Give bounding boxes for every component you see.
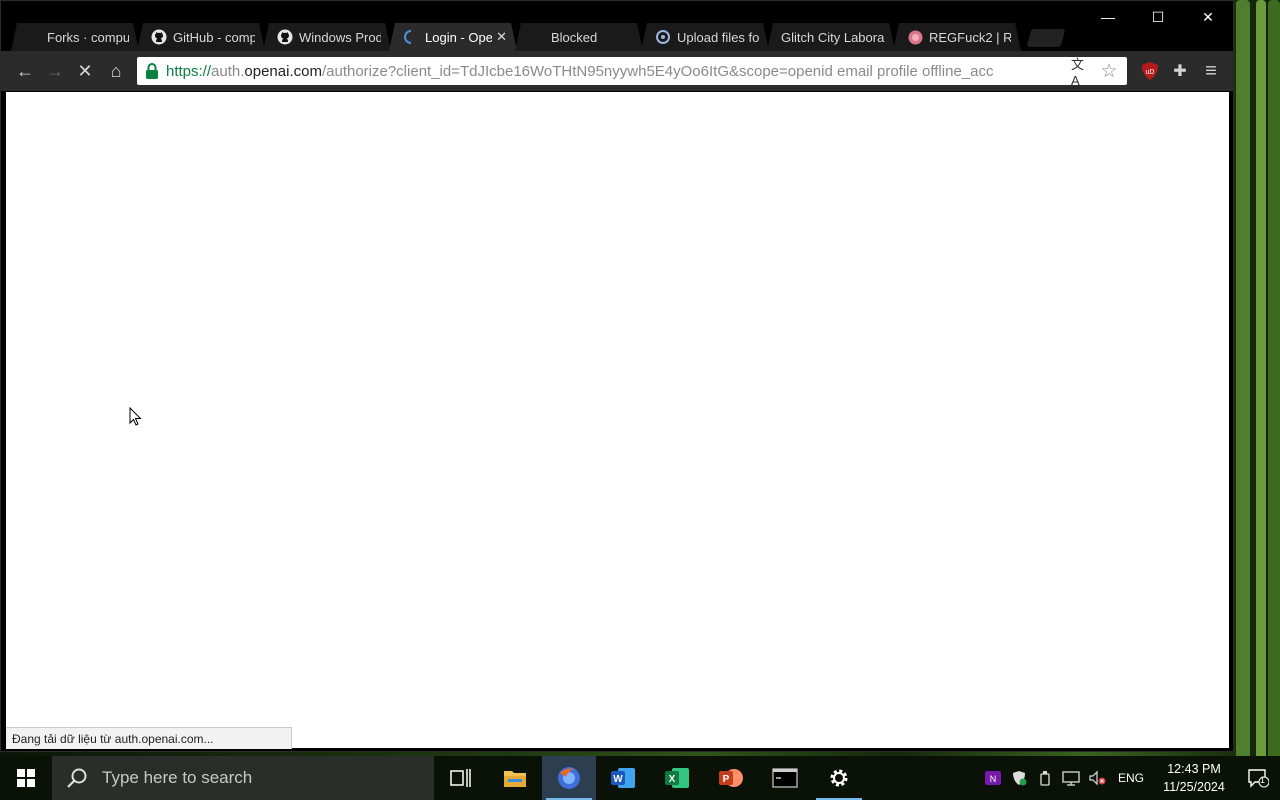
translate-icon[interactable]: 文A: [1071, 57, 1091, 85]
extensions-puzzle-icon[interactable]: ✚: [1169, 60, 1191, 82]
url-text[interactable]: https://auth.openai.com/authorize?client…: [166, 63, 1071, 80]
browser-taskbar[interactable]: [542, 756, 596, 800]
tab-login-active[interactable]: Login - Ope ✕: [389, 23, 517, 51]
word-taskbar[interactable]: W: [596, 756, 650, 800]
search-icon: [67, 768, 87, 788]
svg-text:W: W: [613, 774, 623, 785]
pink-circle-icon: [907, 29, 923, 45]
network-icon[interactable]: [1058, 756, 1084, 800]
terminal-taskbar[interactable]: [758, 756, 812, 800]
tab-regfuck2[interactable]: REGFuck2 | Reg: [893, 23, 1021, 51]
forward-button[interactable]: →: [43, 59, 67, 83]
tab-strip: Forks · comput GitHub - comp Windows Pro…: [11, 23, 1066, 51]
browser-window: Forks · comput GitHub - comp Windows Pro…: [0, 0, 1234, 752]
settings-taskbar[interactable]: [812, 756, 866, 800]
menu-icon[interactable]: ≡: [1200, 60, 1222, 82]
tab-title: Login - Ope: [425, 29, 493, 45]
url-path: /authorize?client_id=TdJIcbe16WoTHtN95ny…: [321, 62, 994, 80]
notification-icon: [1248, 769, 1269, 788]
tab-title: GitHub - comp: [173, 29, 255, 45]
url-host-prefix: auth.: [211, 62, 245, 80]
system-tray: N ENG 12:43 PM 11/25/2024 1: [980, 756, 1280, 800]
start-button[interactable]: [0, 756, 52, 800]
browser-app-icon: [558, 767, 580, 789]
svg-text:P: P: [723, 774, 730, 785]
taskbar-search[interactable]: Type here to search: [52, 756, 434, 800]
url-host: openai.com: [244, 62, 322, 80]
powerpoint-icon: P: [719, 769, 743, 787]
notification-count: 1: [1260, 775, 1266, 785]
upload-site-icon: [655, 29, 671, 45]
svg-text:X: X: [669, 774, 676, 785]
maximize-button[interactable]: ☐: [1133, 1, 1183, 33]
loading-status-bar: Đang tải dữ liệu từ auth.openai.com...: [6, 727, 292, 749]
bamboo-stalk: [1256, 0, 1266, 760]
tab-upload-files[interactable]: Upload files fo: [641, 23, 769, 51]
windows-logo-icon: [17, 769, 35, 787]
tab-title: REGFuck2 | Reg: [929, 29, 1011, 45]
word-icon: W: [611, 768, 635, 788]
url-scheme: https://: [166, 62, 212, 80]
svg-text:uD: uD: [1146, 69, 1155, 76]
page-icon: [25, 29, 41, 45]
task-view-button[interactable]: [434, 756, 488, 800]
tab-forks[interactable]: Forks · comput: [11, 23, 139, 51]
mouse-cursor-icon: [129, 407, 142, 426]
terminal-icon: [772, 768, 798, 788]
input-language[interactable]: ENG: [1110, 771, 1152, 785]
settings-gear-icon: [830, 769, 848, 787]
volume-muted-icon[interactable]: [1084, 756, 1110, 800]
home-button[interactable]: ⌂: [104, 59, 128, 83]
excel-taskbar[interactable]: X: [650, 756, 704, 800]
clock-time: 12:43 PM: [1167, 762, 1221, 776]
tab-glitch-city[interactable]: Glitch City Labora: [767, 23, 895, 51]
task-view-icon: [450, 769, 471, 787]
stop-button[interactable]: ✕: [73, 59, 97, 83]
tab-title: Forks · comput: [47, 29, 129, 45]
bookmark-star-icon[interactable]: ☆: [1099, 61, 1119, 82]
address-bar[interactable]: https://auth.openai.com/authorize?client…: [137, 57, 1127, 85]
clock-date: 11/25/2024: [1163, 780, 1225, 794]
defender-shield-icon[interactable]: [1006, 756, 1032, 800]
clock[interactable]: 12:43 PM 11/25/2024: [1152, 760, 1236, 796]
search-placeholder: Type here to search: [102, 768, 253, 787]
taskbar: Type here to search W X P N ENG 12:43 PM…: [0, 756, 1280, 800]
browser-toolbar: ← → ✕ ⌂ https://auth.openai.com/authoriz…: [1, 51, 1233, 91]
bamboo-stalk: [1268, 0, 1280, 760]
action-center-button[interactable]: 1: [1236, 756, 1280, 800]
title-bar: Forks · comput GitHub - comp Windows Pro…: [1, 1, 1233, 51]
powerpoint-taskbar[interactable]: P: [704, 756, 758, 800]
onenote-tray-icon[interactable]: N: [980, 756, 1006, 800]
window-controls: — ☐ ✕: [1083, 1, 1233, 33]
minimize-button[interactable]: —: [1083, 1, 1133, 33]
folder-icon: [504, 771, 526, 787]
page-content: [6, 92, 1229, 748]
back-button[interactable]: ←: [13, 59, 37, 83]
bamboo-stalk: [1236, 0, 1250, 760]
file-explorer-taskbar[interactable]: [488, 756, 542, 800]
github-icon: [277, 29, 293, 45]
tab-github[interactable]: GitHub - comp: [137, 23, 265, 51]
close-button[interactable]: ✕: [1183, 1, 1233, 33]
close-tab-icon[interactable]: ✕: [496, 29, 507, 45]
excel-icon: X: [665, 768, 689, 788]
tab-title: Windows Prod: [299, 29, 381, 45]
address-bar-actions: 文A ☆: [1071, 57, 1127, 85]
lock-icon: [146, 63, 158, 79]
tab-title: Glitch City Labora: [781, 29, 885, 45]
tab-blocked[interactable]: Blocked: [515, 23, 643, 51]
loading-spinner-icon: [403, 29, 419, 45]
github-icon: [151, 29, 167, 45]
ublock-icon[interactable]: uD: [1139, 60, 1161, 82]
svg-text:N: N: [990, 774, 997, 784]
tab-title: Upload files fo: [677, 29, 759, 45]
usb-device-icon[interactable]: [1032, 756, 1058, 800]
page-icon: [529, 29, 545, 45]
tab-title: Blocked: [551, 29, 598, 45]
tab-windows-prod[interactable]: Windows Prod: [263, 23, 391, 51]
new-tab-button[interactable]: [1026, 29, 1066, 47]
